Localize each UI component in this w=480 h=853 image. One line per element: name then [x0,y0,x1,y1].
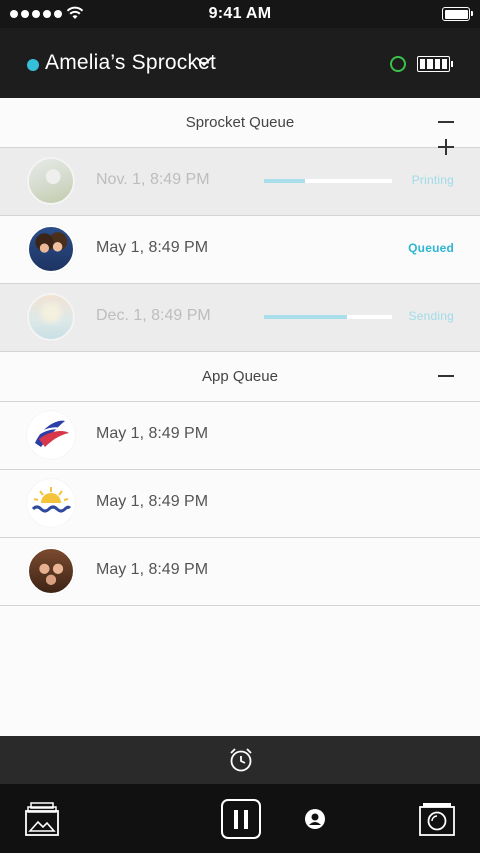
gallery-icon[interactable] [25,801,59,837]
add-to-queue-button[interactable] [436,139,458,157]
device-name-selector[interactable]: Amelia’s Sprocket [45,51,216,75]
pause-button[interactable] [221,799,261,839]
photo-thumbnail [27,225,75,273]
chevron-down-icon[interactable] [196,57,212,67]
device-status-dot [27,59,39,71]
queue-item-time: Dec. 1, 8:49 PM [96,307,211,324]
profile-icon[interactable] [304,808,326,830]
sprocket-queue-title: Sprocket Queue [185,114,295,131]
photo-thumbnail [27,157,75,205]
queue-item[interactable]: May 1, 8:49 PM [0,470,480,538]
photo-thumbnail [27,547,75,595]
queue-item-time: May 1, 8:49 PM [96,239,209,256]
queue-item-status: Printing [411,173,454,187]
photo-thumbnail [27,479,75,527]
status-time: 9:41 AM [208,5,272,22]
queue-item[interactable]: May 1, 8:49 PM Queued [0,216,480,284]
queue-item[interactable]: May 1, 8:49 PM [0,402,480,470]
timer-icon[interactable] [228,747,254,773]
queue-item[interactable]: Dec. 1, 8:49 PM Sending [0,284,480,352]
queue-item-time: May 1, 8:49 PM [96,425,209,442]
connection-status-icon [390,56,406,72]
print-progress-bar [264,179,392,183]
battery-icon [442,7,473,21]
bottom-tab-bar [0,784,480,853]
queue-item-time: May 1, 8:49 PM [96,561,209,578]
battery-full-icon [417,56,453,72]
photo-thumbnail [27,411,75,459]
collapse-app-queue-button[interactable] [436,368,458,384]
queue-item-time: May 1, 8:49 PM [96,493,209,510]
sprocket-queue-header: Sprocket Queue [0,98,480,148]
send-progress-bar [264,315,392,319]
app-queue-title: App Queue [202,368,278,385]
collapse-sprocket-queue-button[interactable] [436,114,458,130]
camera-icon[interactable] [418,801,456,837]
status-bar: 9:41 AM [0,0,480,28]
app-queue-header: App Queue [0,352,480,402]
queue-item-status: Queued [408,241,454,255]
queue-item[interactable]: May 1, 8:49 PM [0,538,480,606]
queue-item-time: Nov. 1, 8:49 PM [96,171,210,188]
timer-bar [0,736,480,784]
photo-thumbnail [27,293,75,341]
queue-item[interactable]: Nov. 1, 8:49 PM Printing [0,148,480,216]
queue-item-status: Sending [408,309,454,323]
app-header: Amelia’s Sprocket [0,28,480,98]
